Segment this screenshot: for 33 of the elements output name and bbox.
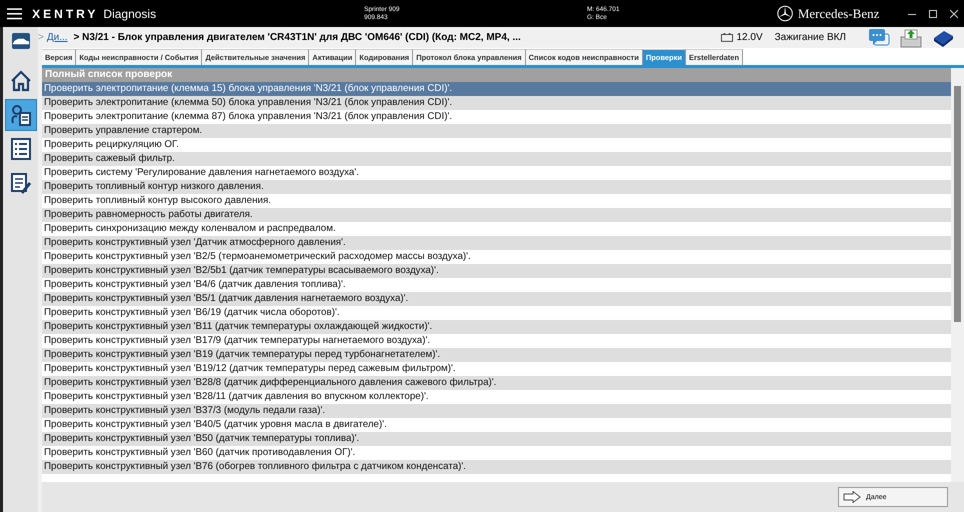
list-heading: Полный список проверок <box>42 68 951 82</box>
test-list-item[interactable]: Проверить управление стартером. <box>42 124 951 138</box>
scrollbar-thumb[interactable] <box>954 86 961 322</box>
test-list-item[interactable]: Проверить сажевый фильтр. <box>42 152 951 166</box>
brand-name: XENTRY <box>32 6 98 20</box>
test-list-item[interactable]: Проверить конструктивный узел 'B5/1 (датчик давления нагнетаемого воздуха)'. <box>42 292 951 306</box>
app-name: Diagnosis <box>103 6 156 20</box>
control-unit-title: > N3/21 - Блок управления двигателем 'CR43T1N' для ДВС 'OM646' (CDI) (Код: MC2, MP4, ... <box>74 32 521 43</box>
test-list-item[interactable]: Проверить конструктивный узел 'B37/3 (модуль педали газа)'. <box>42 404 951 418</box>
test-list-item[interactable]: Проверить конструктивный узел 'B2/5b1 (датчик температуры всасываемого воздуха)'. <box>42 264 951 278</box>
diagnosis-nav-item[interactable] <box>4 99 36 131</box>
battery-icon <box>721 33 734 42</box>
arrow-right-icon <box>843 491 861 503</box>
printer-upload-icon[interactable] <box>900 28 922 48</box>
test-list-item[interactable]: Проверить электропитание (клемма 50) блока управления 'N3/21 (блок управления CDI)'. <box>42 96 951 110</box>
breadcrumb-separator: > <box>38 32 44 43</box>
test-list-item[interactable]: Проверить равномерность работы двигателя. <box>42 208 951 222</box>
test-list-item[interactable]: Проверить конструктивный узел 'B76 (обогрев топливного фильтра с датчиком конденсата)'. <box>42 460 951 474</box>
test-list-item[interactable]: Проверить конструктивный узел 'B19 (датчик температуры перед турбонагнетателем)'. <box>42 348 951 362</box>
maker-name: Mercedes-Benz <box>798 6 880 22</box>
vehicle-icon[interactable] <box>12 33 30 49</box>
star-logo-icon <box>776 5 793 22</box>
breadcrumb-link[interactable]: Ди... <box>46 32 68 43</box>
ignition-status: Зажигание ВКЛ <box>774 32 846 43</box>
test-list-item[interactable]: Проверить конструктивный узел 'B50 (датчик температуры топлива)'. <box>42 432 951 446</box>
test-list-item[interactable]: Проверить конструктивный узел 'B28/8 (датчик дифференциального давления сажевого фильтра)'. <box>42 376 951 390</box>
test-list-item[interactable]: Проверить топливный контур низкого давления. <box>42 180 951 194</box>
test-list-item[interactable]: Проверить конструктивный узел 'B11 (датчик температуры охлаждающей жидкости)'. <box>42 320 951 334</box>
chat-icon[interactable] <box>868 28 890 48</box>
test-list-item[interactable]: Проверить конструктивный узел 'Датчик атмосферного давления'. <box>42 236 951 250</box>
voltage-reading: 12.0V <box>736 32 763 43</box>
menu-icon[interactable] <box>7 8 22 20</box>
test-list-item[interactable]: Проверить электропитание (клемма 15) блока управления 'N3/21 (блок управления CDI)'. <box>42 82 951 96</box>
